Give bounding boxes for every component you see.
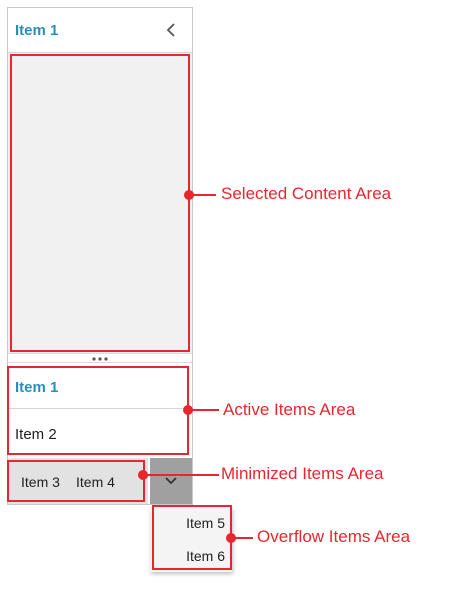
overflow-button[interactable] xyxy=(150,458,192,504)
overflow-items-callout-line xyxy=(231,537,253,539)
overflow-items-highlight xyxy=(152,505,232,570)
selected-content-label: Selected Content Area xyxy=(221,184,392,203)
overflow-items-label: Overflow Items Area xyxy=(257,527,411,546)
drawer-header: Item 1 xyxy=(8,8,192,53)
minimized-items-highlight xyxy=(7,460,145,502)
splitter-handle[interactable] xyxy=(8,353,192,363)
selected-content-callout-line xyxy=(189,194,216,196)
selected-content-highlight xyxy=(10,54,190,352)
active-items-highlight xyxy=(7,366,189,455)
ellipsis-icon xyxy=(92,357,108,361)
active-items-label: Active Items Area xyxy=(223,400,356,419)
minimized-items-callout-line xyxy=(143,474,219,476)
active-items-callout-line xyxy=(188,409,219,411)
minimized-items-label: Minimized Items Area xyxy=(221,464,384,483)
header-title: Item 1 xyxy=(15,22,59,39)
chevron-left-icon[interactable] xyxy=(163,21,181,39)
